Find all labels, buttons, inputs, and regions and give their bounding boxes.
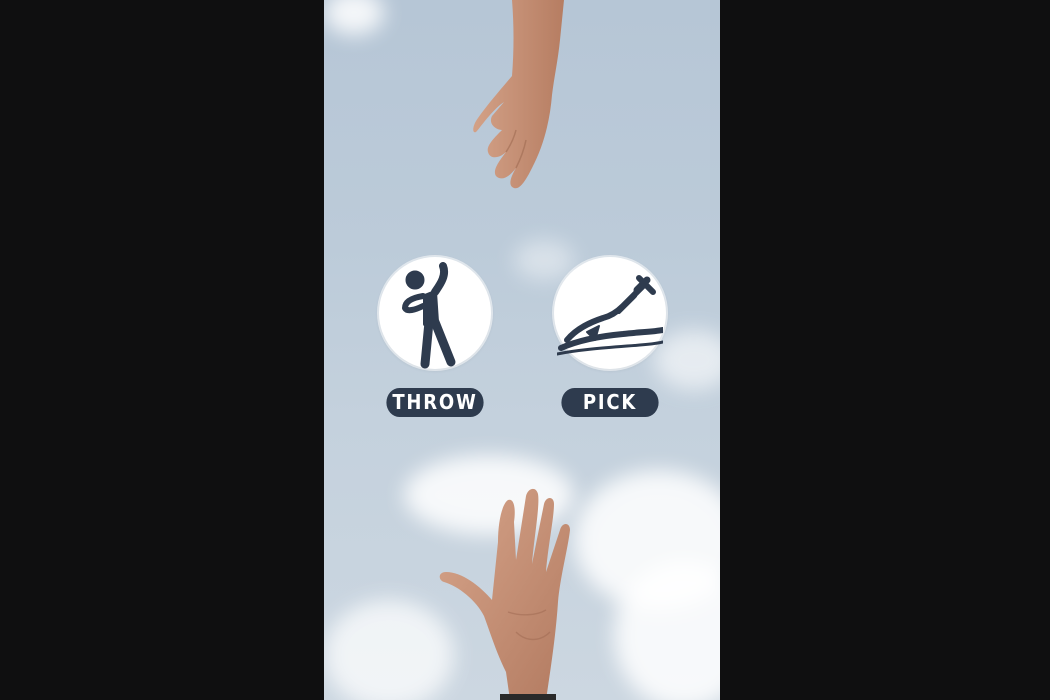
top-hand-image [473, 0, 564, 189]
pick-action: PICK [554, 257, 666, 417]
message-in-bottle-icon [557, 275, 663, 356]
throw-action: THROW [379, 257, 491, 417]
person-throwing-icon [402, 262, 456, 369]
throw-label[interactable]: THROW [386, 388, 484, 417]
pick-button[interactable] [554, 257, 666, 369]
pick-label[interactable]: PICK [561, 388, 659, 417]
cloud [324, 600, 454, 700]
screen-background: THROW PICK [0, 0, 1050, 700]
bottom-hand-image [439, 488, 570, 700]
cloud [324, 0, 384, 35]
throw-button[interactable] [379, 257, 491, 369]
